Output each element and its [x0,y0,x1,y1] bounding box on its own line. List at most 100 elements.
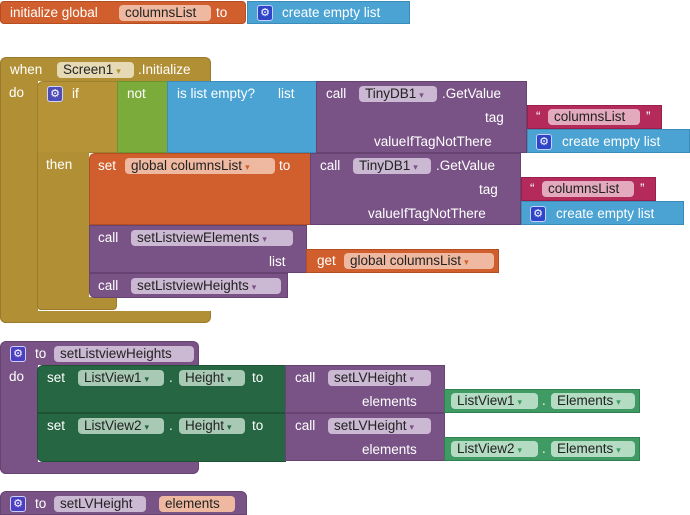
parameter-field[interactable]: elements [159,496,235,512]
text-string-block[interactable]: “ columnsList ” [521,177,656,201]
text-field[interactable]: columnsList [542,181,634,197]
component-name: ListView2 [457,441,515,456]
dropdown-arrow-icon: ▾ [245,162,250,172]
when-label: when [10,62,43,77]
component-name: Screen1 [63,62,114,77]
dot-label: . [542,441,546,456]
list-arg-label: list [278,86,295,101]
create-empty-list-block[interactable]: ⚙ create empty list [521,201,684,225]
call-label: call [320,158,341,173]
component-dropdown[interactable]: ListView1 ▾ [451,393,538,409]
not-label: not [127,86,146,101]
dropdown-arrow-icon: ▾ [616,397,621,407]
property-dropdown[interactable]: Height ▾ [179,418,245,434]
property-dropdown[interactable]: Elements ▾ [551,441,635,457]
elements-arg-label: elements [362,394,417,409]
gear-icon[interactable]: ⚙ [536,134,552,150]
create-empty-list-block[interactable]: ⚙ create empty list [527,129,690,153]
is-list-empty-block[interactable]: is list empty? list [167,81,317,153]
dropdown-arrow-icon: ▾ [616,445,621,455]
procedure-name-field[interactable]: setListviewHeights [54,346,194,362]
set-variable-block[interactable]: set global columnsList ▾ to [89,153,311,225]
component-property-getter-block[interactable]: ListView2 ▾ . Elements ▾ [444,437,640,461]
variable-dropdown[interactable]: global columnsList ▾ [125,158,275,174]
do-label: do [9,369,25,384]
procedure-definition-block[interactable]: ⚙ to setListviewHeights [0,341,199,365]
initialize-global-block[interactable]: initialize global columnsList to [0,1,246,24]
component-dropdown[interactable]: ListView1 ▾ [78,370,164,386]
procedure-name: setLVHeight [334,418,407,433]
text-field[interactable]: columnsList [548,109,640,125]
dropdown-arrow-icon: ▾ [517,397,523,407]
procedure-name-field[interactable]: setLVHeight [54,496,146,512]
variable-name-field[interactable]: columnsList [119,5,211,21]
set-property-block[interactable]: set ListView1 ▾ . Height ▾ to [37,365,286,413]
call-label: call [295,370,316,385]
set-label: set [98,158,117,173]
variable-name: global columnsList [350,253,462,268]
procedure-dropdown[interactable]: setListviewElements ▾ [131,230,293,246]
property-dropdown[interactable]: Height ▾ [179,370,245,386]
default-label: valueIfTagNotThere [374,134,492,149]
property-name: Height [185,370,225,385]
screen-initialize-event-block[interactable]: when Screen1 ▾ .Initialize [0,57,211,81]
not-block[interactable]: not [117,81,169,153]
procedure-dropdown[interactable]: setLVHeight ▾ [328,370,431,386]
call-procedure-block[interactable]: call setListviewElements ▾ list [89,225,307,273]
call-procedure-block[interactable]: call setLVHeight ▾ elements [285,365,445,413]
component-name: ListView1 [84,370,142,385]
dot-label: . [169,370,173,385]
text-string-block[interactable]: “ columnsList ” [527,105,662,129]
dropdown-arrow-icon: ▾ [409,374,415,384]
is-list-empty-label: is list empty? [177,86,256,101]
gear-icon[interactable]: ⚙ [47,86,63,102]
component-dropdown[interactable]: ListView2 ▾ [78,418,164,434]
create-empty-list-block[interactable]: ⚙ create empty list [247,1,410,24]
call-procedure-block[interactable]: call setLVHeight ▾ elements [285,413,445,461]
component-dropdown[interactable]: Screen1 ▾ [57,62,134,78]
procedure-dropdown[interactable]: setLVHeight ▾ [328,418,431,434]
dropdown-arrow-icon: ▾ [419,90,424,100]
component-name: TinyDB1 [359,158,411,173]
procedure-dropdown[interactable]: setListviewHeights ▾ [131,278,281,294]
tinydb-getvalue-block[interactable]: call TinyDB1 ▾ .GetValue tag valueIfTagNo… [316,81,527,153]
component-dropdown[interactable]: TinyDB1 ▾ [359,86,437,102]
component-name: TinyDB1 [365,86,417,101]
to-label: to [216,5,228,20]
then-label: then [46,157,73,172]
procedure-name: setLVHeight [334,370,407,385]
set-property-block[interactable]: set ListView2 ▾ . Height ▾ to [37,413,286,462]
create-empty-list-label: create empty list [562,134,661,149]
component-dropdown[interactable]: ListView2 ▾ [451,441,538,457]
dropdown-arrow-icon: ▾ [227,422,232,432]
list-arg-label: list [269,254,286,269]
gear-icon[interactable]: ⚙ [257,5,273,21]
component-dropdown[interactable]: TinyDB1 ▾ [353,158,431,174]
to-label: to [252,418,264,433]
property-dropdown[interactable]: Elements ▾ [551,393,635,409]
variable-dropdown[interactable]: global columnsList ▾ [344,253,494,269]
if-block[interactable]: ⚙ if [37,81,118,153]
quote-close: ” [646,109,651,124]
dropdown-arrow-icon: ▾ [116,66,121,76]
elements-arg-label: elements [362,442,417,457]
if-left-rail [37,152,89,310]
quote-open: “ [530,181,535,196]
tinydb-getvalue-block[interactable]: call TinyDB1 ▾ .GetValue tag valueIfTagNo… [310,153,521,225]
call-procedure-block[interactable]: call setListviewHeights ▾ [89,273,288,298]
procedure-name: setListviewHeights [137,278,249,293]
if-label: if [72,86,79,101]
gear-icon[interactable]: ⚙ [10,496,26,512]
to-label: to [35,496,47,511]
do-label: do [9,85,25,100]
component-property-getter-block[interactable]: ListView1 ▾ . Elements ▾ [444,389,640,413]
set-label: set [47,370,66,385]
procedure-definition-block[interactable]: ⚙ to setLVHeight elements [0,491,247,515]
gear-icon[interactable]: ⚙ [10,346,26,362]
to-label: to [252,370,264,385]
gear-icon[interactable]: ⚙ [530,206,546,222]
method-label: .GetValue [436,158,496,173]
quote-close: ” [640,181,645,196]
get-variable-block[interactable]: get global columnsList ▾ [306,249,499,273]
dropdown-arrow-icon: ▾ [413,162,418,172]
